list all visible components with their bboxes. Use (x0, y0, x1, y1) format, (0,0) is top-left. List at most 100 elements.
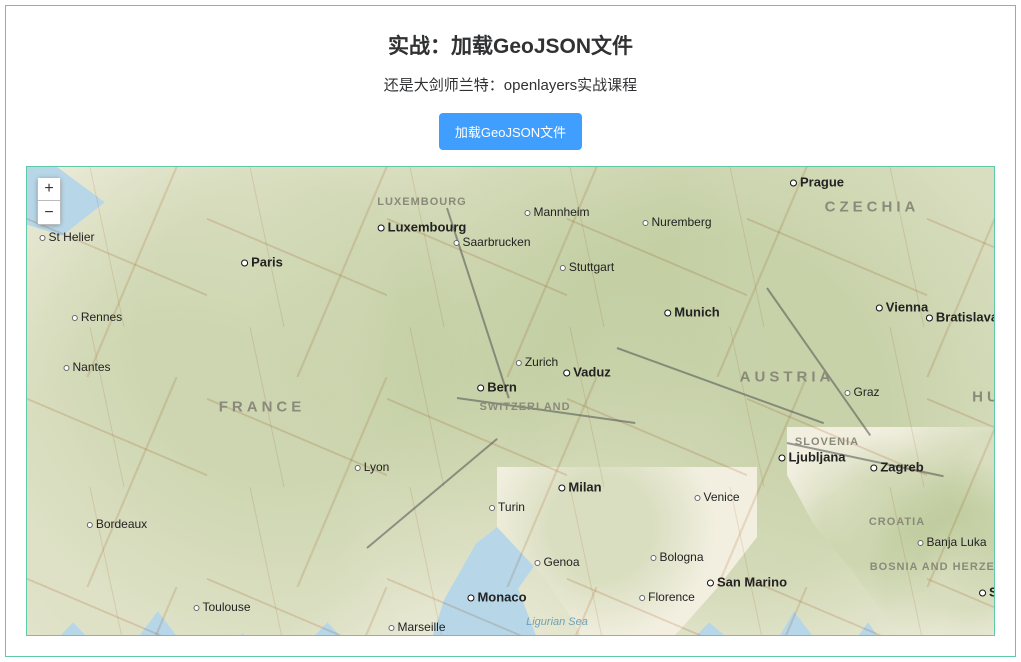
city-label: Mannheim (524, 205, 589, 219)
city-dot-icon (524, 210, 530, 216)
zoom-out-button[interactable]: − (37, 201, 61, 225)
city-name: Bordeaux (96, 517, 147, 531)
city-name: San Marino (717, 575, 787, 590)
city-name: Milan (568, 480, 601, 495)
city-label: Bratislava (926, 310, 995, 325)
city-name: Florence (648, 590, 695, 604)
country-label-croatia: CROATIA (869, 516, 925, 528)
sea-label-ligurian: Ligurian Sea (526, 616, 588, 628)
map-viewport[interactable]: FRANCE LUXEMBOURG SWITZERLAND AUSTRIA CZ… (26, 166, 995, 636)
city-name: Stuttgart (569, 260, 614, 274)
city-dot-icon (477, 385, 484, 392)
city-label: Lyon (355, 460, 390, 474)
city-label: Toulouse (193, 600, 250, 614)
city-name: Vaduz (573, 365, 611, 380)
city-dot-icon (926, 315, 933, 322)
city-label: San Marino (707, 575, 787, 590)
city-label: Nuremberg (642, 215, 711, 229)
city-label: Vienna (876, 300, 928, 315)
city-label: Bologna (650, 550, 703, 564)
city-name: Venice (703, 490, 739, 504)
city-label: Zurich (516, 355, 558, 369)
city-dot-icon (453, 240, 459, 246)
city-dot-icon (63, 365, 69, 371)
city-label: Bern (477, 380, 517, 395)
city-label: Rennes (72, 310, 122, 324)
city-dot-icon (844, 390, 850, 396)
load-geojson-button[interactable]: 加载GeoJSON文件 (439, 113, 582, 150)
city-dot-icon (558, 485, 565, 492)
city-name: Lyon (364, 460, 390, 474)
city-name: Turin (498, 500, 525, 514)
zoom-in-button[interactable]: + (37, 177, 61, 201)
page-title: 实战：加载GeoJSON文件 (26, 30, 995, 60)
city-name: Mannheim (533, 205, 589, 219)
city-dot-icon (778, 455, 785, 462)
city-name: Saarbrucken (462, 235, 530, 249)
city-name: Graz (853, 385, 879, 399)
city-name: Zurich (525, 355, 558, 369)
city-label: Vaduz (563, 365, 611, 380)
city-dot-icon (378, 225, 385, 232)
city-label: St Helier (39, 230, 94, 244)
city-label: Paris (241, 255, 283, 270)
city-dot-icon (516, 360, 522, 366)
city-dot-icon (664, 310, 671, 317)
city-label: Nantes (63, 360, 110, 374)
city-name: Sa (989, 585, 995, 600)
city-label: Monaco (467, 590, 526, 605)
city-dot-icon (917, 540, 923, 546)
city-dot-icon (642, 220, 648, 226)
city-name: Banja Luka (926, 535, 986, 549)
city-name: Nuremberg (651, 215, 711, 229)
city-name: Monaco (477, 590, 526, 605)
city-dot-icon (563, 370, 570, 377)
country-label-slovenia: SLOVENIA (795, 436, 859, 448)
city-name: Bern (487, 380, 517, 395)
city-dot-icon (870, 465, 877, 472)
map-canvas[interactable]: FRANCE LUXEMBOURG SWITZERLAND AUSTRIA CZ… (27, 167, 994, 635)
zoom-control: + − (37, 177, 61, 225)
city-label: Saarbrucken (453, 235, 530, 249)
country-label-bosnia: BOSNIA AND HERZEGOVINA (870, 561, 995, 573)
city-label: Prague (790, 175, 844, 190)
city-name: Vienna (886, 300, 928, 315)
app-container: 实战：加载GeoJSON文件 还是大剑师兰特：openlayers实战课程 加载… (5, 5, 1016, 657)
city-name: Prague (800, 175, 844, 190)
city-label: Munich (664, 305, 720, 320)
toolbar: 加载GeoJSON文件 (26, 113, 995, 150)
city-label: Florence (639, 590, 695, 604)
city-dot-icon (87, 522, 93, 528)
city-label: Turin (489, 500, 525, 514)
city-dot-icon (489, 505, 495, 511)
city-label: Ljubljana (778, 450, 845, 465)
city-label: Banja Luka (917, 535, 986, 549)
country-label-switzerland: SWITZERLAND (479, 401, 570, 413)
city-name: Rennes (81, 310, 122, 324)
city-label: Bordeaux (87, 517, 147, 531)
city-dot-icon (388, 625, 394, 631)
city-dot-icon (241, 260, 248, 267)
city-dot-icon (979, 590, 986, 597)
city-name: Bratislava (936, 310, 995, 325)
city-dot-icon (534, 560, 540, 566)
city-dot-icon (876, 305, 883, 312)
city-name: Ljubljana (788, 450, 845, 465)
city-label: Milan (558, 480, 601, 495)
country-label-france: FRANCE (219, 399, 306, 416)
city-label: Zagreb (870, 460, 923, 475)
city-dot-icon (72, 315, 78, 321)
city-name: Marseille (397, 620, 445, 634)
city-name: Toulouse (202, 600, 250, 614)
city-label: Graz (844, 385, 879, 399)
city-name: Luxembourg (388, 220, 467, 235)
city-dot-icon (39, 235, 45, 241)
city-name: Zagreb (880, 460, 923, 475)
city-dot-icon (467, 595, 474, 602)
city-label: Luxembourg (378, 220, 467, 235)
city-dot-icon (193, 605, 199, 611)
country-label-austria: AUSTRIA (740, 369, 835, 386)
city-label: Genoa (534, 555, 579, 569)
city-dot-icon (790, 180, 797, 187)
city-name: St Helier (48, 230, 94, 244)
